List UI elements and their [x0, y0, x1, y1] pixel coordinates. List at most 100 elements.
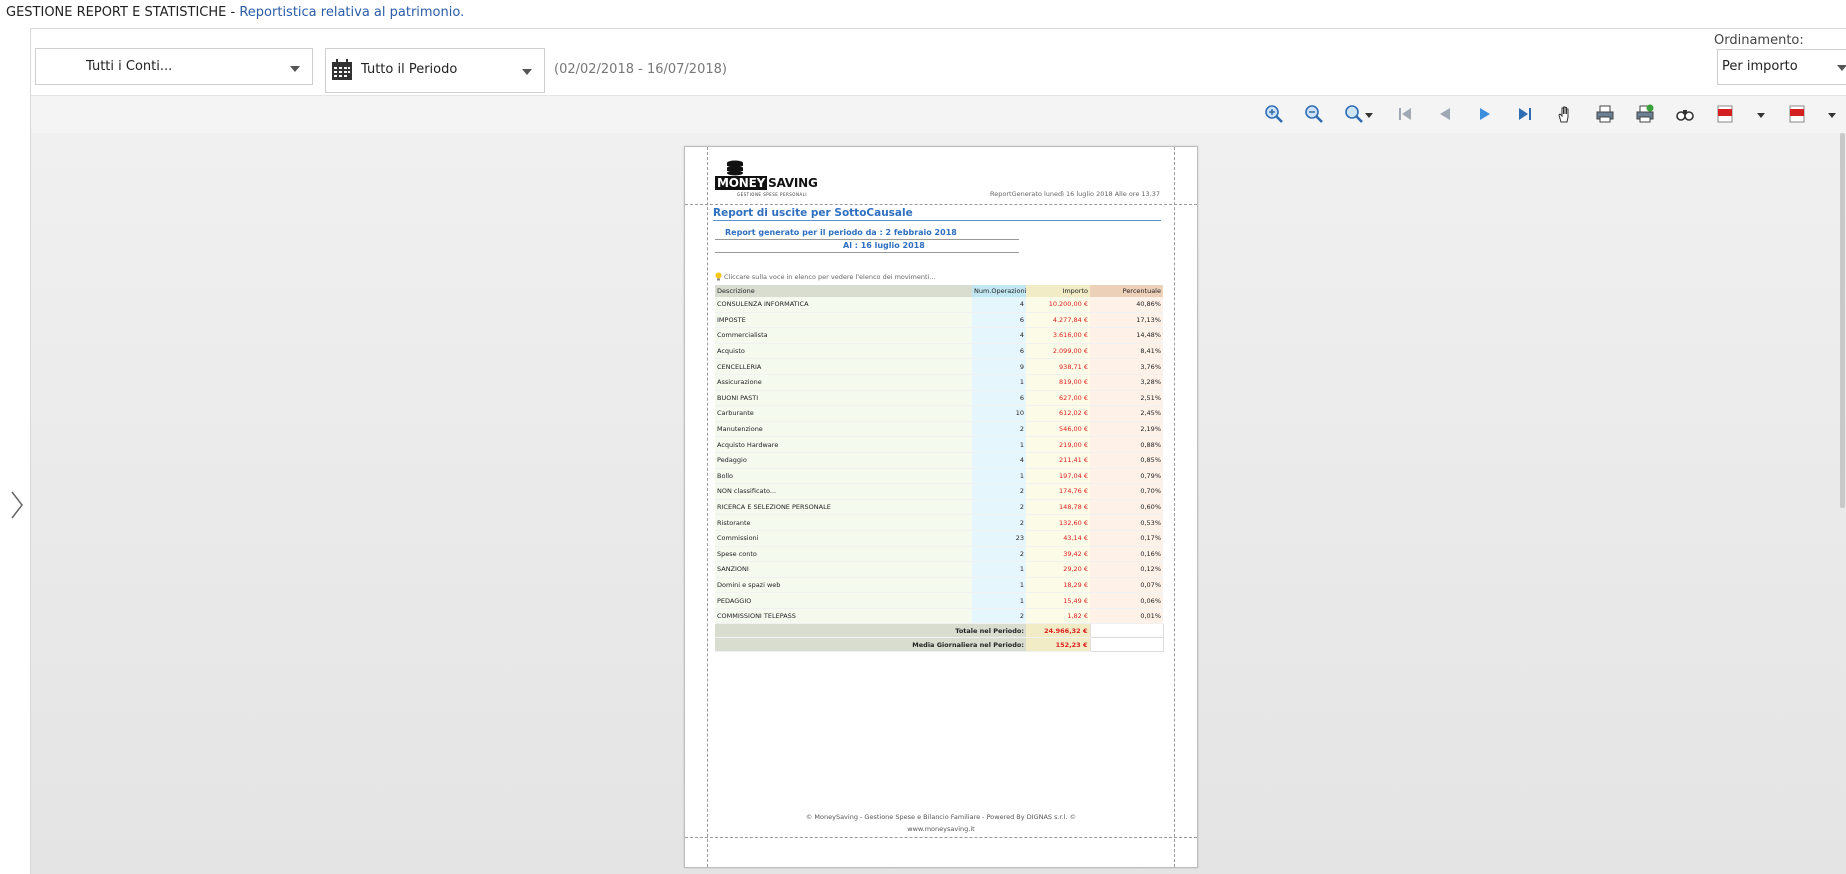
total-row: Totale nel Periodo: 24.966,32 €: [715, 623, 1164, 639]
scrollbar-thumb[interactable]: [1840, 133, 1845, 508]
row-description[interactable]: Acquisto Hardware: [715, 436, 972, 453]
row-description[interactable]: Ristorante: [715, 514, 972, 531]
average-value: 152,23 €: [1026, 637, 1090, 653]
table-row[interactable]: Assicurazione 1 819,00 €3,28%: [715, 374, 1163, 391]
row-percent: 2,45%: [1090, 405, 1163, 422]
table-row[interactable]: COMMISSIONI TELEPASS 2 1,82 €0,01%: [715, 608, 1163, 625]
row-amount: 148,78 €: [1026, 499, 1090, 516]
print-icon[interactable]: [1595, 104, 1615, 124]
table-row[interactable]: Ristorante 2 132,60 €0,53%: [715, 514, 1163, 531]
report-footer-url: www.moneysaving.it: [907, 825, 975, 833]
table-row[interactable]: Manutenzione 2 546,00 €2,19%: [715, 421, 1163, 438]
table-row[interactable]: SANZIONI 1 29,20 €0,12%: [715, 561, 1163, 578]
table-row[interactable]: Spese conto 2 39,42 €0,16%: [715, 546, 1163, 563]
ordering-label: Ordinamento:: [1714, 33, 1804, 48]
row-operations: 10: [972, 405, 1026, 422]
table-row[interactable]: BUONI PASTI 6 627,00 €2,51%: [715, 390, 1163, 407]
column-header-description: Descrizione: [715, 285, 972, 297]
row-amount: 938,71 €: [1026, 358, 1090, 375]
row-percent: 0,79%: [1090, 468, 1163, 485]
row-description[interactable]: IMPOSTE: [715, 312, 972, 329]
first-page-icon[interactable]: [1395, 104, 1415, 124]
export-pdf-icon[interactable]: [1715, 104, 1735, 124]
left-panel-collapsed: [0, 28, 31, 874]
hint-label: Cliccare sulla voce in elenco per vedere…: [724, 273, 936, 281]
row-operations: 4: [972, 452, 1026, 469]
total-value: 24.966,32 €: [1026, 623, 1090, 639]
row-percent: 8,41%: [1090, 343, 1163, 360]
expand-panel-chevron-icon[interactable]: [9, 490, 25, 520]
ordering-dropdown[interactable]: Per importo: [1717, 49, 1846, 85]
row-description[interactable]: Pedaggio: [715, 452, 972, 469]
table-row[interactable]: RICERCA E SELEZIONE PERSONALE 2 148,78 €0,…: [715, 499, 1163, 516]
row-amount: 174,76 €: [1026, 483, 1090, 500]
report-viewer-area[interactable]: MONEY SAVING GESTIONE SPESE PERSONALI Rep…: [31, 133, 1846, 874]
table-row[interactable]: CENCELLERIA 9 938,71 €3,76%: [715, 358, 1163, 375]
row-description[interactable]: Acquisto: [715, 343, 972, 360]
row-percent: 0,17%: [1090, 530, 1163, 547]
report-footer-copyright: © MoneySaving - Gestione Spese e Bilanci…: [805, 813, 1077, 821]
table-row[interactable]: NON classificato... 2 174,76 €0,70%: [715, 483, 1163, 500]
period-dropdown[interactable]: Tutto il Periodo: [325, 48, 545, 93]
next-page-icon[interactable]: [1475, 104, 1495, 124]
row-description[interactable]: Commercialista: [715, 327, 972, 344]
row-amount: 546,00 €: [1026, 421, 1090, 438]
table-row[interactable]: Bollo 1 197,04 €0,79%: [715, 468, 1163, 485]
table-row[interactable]: IMPOSTE 6 4.277,84 €17,13%: [715, 312, 1163, 329]
table-row[interactable]: CONSULENZA INFORMATICA 4 10.200,00 €40,86%: [715, 297, 1163, 313]
zoom-in-icon[interactable]: [1264, 104, 1284, 124]
row-description[interactable]: PEDAGGIO: [715, 592, 972, 609]
zoom-menu-icon[interactable]: [1344, 104, 1364, 124]
table-row[interactable]: PEDAGGIO 1 15,49 €0,06%: [715, 592, 1163, 609]
report-page: MONEY SAVING GESTIONE SPESE PERSONALI Rep…: [684, 146, 1198, 868]
row-amount: 197,04 €: [1026, 468, 1090, 485]
row-operations: 2: [972, 421, 1026, 438]
row-operations: 1: [972, 561, 1026, 578]
row-description[interactable]: SANZIONI: [715, 561, 972, 578]
row-description[interactable]: Bollo: [715, 468, 972, 485]
row-description[interactable]: Assicurazione: [715, 374, 972, 391]
chevron-down-icon: [1837, 65, 1846, 71]
row-description[interactable]: Spese conto: [715, 546, 972, 563]
row-description[interactable]: Manutenzione: [715, 421, 972, 438]
zoom-dropdown-caret-icon[interactable]: [1365, 113, 1373, 118]
table-row[interactable]: Acquisto 6 2.099,00 €8,41%: [715, 343, 1163, 360]
table-row[interactable]: Carburante 10 612,02 €2,45%: [715, 405, 1163, 422]
last-page-icon[interactable]: [1515, 104, 1535, 124]
row-percent: 0,07%: [1090, 577, 1163, 594]
export-menu-icon[interactable]: [1787, 104, 1807, 124]
row-operations: 2: [972, 483, 1026, 500]
row-description[interactable]: Domini e spazi web: [715, 577, 972, 594]
row-operations: 4: [972, 327, 1026, 344]
table-header-row: Descrizione Num.Operazioni Importo Perce…: [715, 285, 1163, 297]
zoom-out-icon[interactable]: [1304, 104, 1324, 124]
find-icon[interactable]: [1675, 104, 1695, 124]
accounts-dropdown[interactable]: Tutti i Conti...: [35, 48, 313, 85]
report-title: Report di uscite per SottoCausale: [713, 207, 913, 219]
row-description[interactable]: NON classificato...: [715, 483, 972, 500]
table-row[interactable]: Domini e spazi web 1 18,29 €0,07%: [715, 577, 1163, 594]
row-description[interactable]: CENCELLERIA: [715, 358, 972, 375]
row-percent: 3,28%: [1090, 374, 1163, 391]
calendar-icon: [332, 59, 352, 80]
print-page-icon[interactable]: [1635, 104, 1655, 124]
row-percent: 0,01%: [1090, 608, 1163, 625]
row-description[interactable]: RICERCA E SELEZIONE PERSONALE: [715, 499, 972, 516]
table-row[interactable]: Commissioni 23 43,14 €0,17%: [715, 530, 1163, 547]
page-title-text: GESTIONE REPORT E STATISTICHE -: [6, 5, 240, 20]
average-label: Media Giornaliera nel Periodo:: [715, 637, 1026, 653]
ordering-dropdown-value: Per importo: [1722, 59, 1798, 74]
vertical-scrollbar[interactable]: [1838, 133, 1846, 874]
export-pdf-dropdown-caret-icon[interactable]: [1757, 113, 1765, 118]
row-description[interactable]: CONSULENZA INFORMATICA: [715, 297, 972, 313]
row-description[interactable]: Commissioni: [715, 530, 972, 547]
row-description[interactable]: BUONI PASTI: [715, 390, 972, 407]
table-row[interactable]: Commercialista 4 3.616,00 €14,48%: [715, 327, 1163, 344]
table-row[interactable]: Acquisto Hardware 1 219,00 €0,88%: [715, 436, 1163, 453]
previous-page-icon[interactable]: [1435, 104, 1455, 124]
hand-tool-icon[interactable]: [1555, 104, 1575, 124]
export-dropdown-caret-icon[interactable]: [1828, 113, 1836, 118]
row-description[interactable]: Carburante: [715, 405, 972, 422]
row-description[interactable]: COMMISSIONI TELEPASS: [715, 608, 972, 625]
table-row[interactable]: Pedaggio 4 211,41 €0,85%: [715, 452, 1163, 469]
